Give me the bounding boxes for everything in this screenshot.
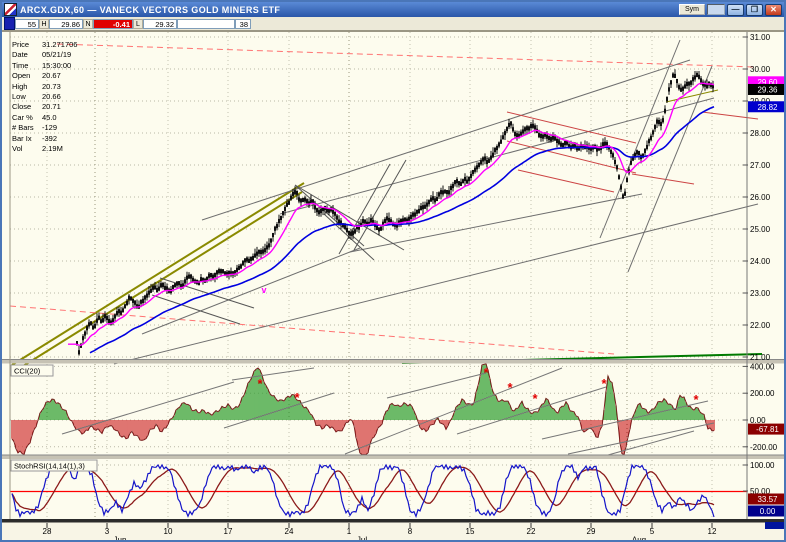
data-panel-label: Date: [12, 50, 42, 60]
data-panel-value: 20.73: [42, 82, 102, 92]
data-panel: Price31.271706Date05/21/19Time15:30:00Op…: [12, 40, 102, 154]
toolbar-button[interactable]: [707, 4, 725, 15]
price-axis-label: 26.00: [750, 193, 771, 202]
chart-region[interactable]: v*******CCI(20)StochRSI(14,14(1),3)31.00…: [2, 31, 786, 542]
price-axis-label: 24.00: [750, 257, 771, 266]
data-panel-row: Close20.71: [12, 102, 102, 112]
quote-bar: 55H29.86N-0.41L29.32 38: [2, 17, 784, 31]
time-tick-label: 17: [224, 527, 233, 536]
corner-grip: [765, 522, 786, 529]
price-axis-label: 27.00: [750, 161, 771, 170]
price-axis-label: 28.00: [750, 129, 771, 138]
data-panel-label: Bar Ix: [12, 134, 42, 144]
quote-color-swatch: [4, 17, 15, 30]
price-axis-label: 30.00: [750, 65, 771, 74]
data-panel-value: 20.67: [42, 71, 102, 81]
data-panel-label: Car %: [12, 113, 42, 123]
data-panel-row: # Bars-129: [12, 123, 102, 133]
data-panel-value: 31.271706: [42, 40, 102, 50]
close-button[interactable]: ✕: [765, 4, 782, 16]
window-title: ARCX.GDX,60 — VANECK VECTORS GOLD MINERS…: [20, 5, 677, 15]
month-label: Jun: [114, 536, 127, 542]
pivot-marker: v: [261, 285, 266, 295]
quote-field-label: N: [83, 19, 93, 29]
data-panel-label: Open: [12, 71, 42, 81]
price-axis-label: 22.00: [750, 321, 771, 330]
cci-axis-label: 200.00: [750, 389, 775, 398]
cci-axis-label: -200.00: [750, 443, 778, 452]
price-axis-label: 25.00: [750, 225, 771, 234]
chart-window: ARCX.GDX,60 — VANECK VECTORS GOLD MINERS…: [0, 0, 786, 542]
data-panel-value: -392: [42, 134, 102, 144]
data-panel-row: Bar Ix-392: [12, 134, 102, 144]
time-axis: 28 3 10 17 24 1 8 15 22 29 5 12 Jun Jul Aug: [2, 522, 786, 542]
data-panel-row: Car %45.0: [12, 113, 102, 123]
stoch-axis-label: 100.00: [750, 461, 775, 470]
price-axis-label: 31.00: [750, 33, 771, 42]
month-label: Aug: [632, 536, 646, 542]
data-panel-row: Vol2.19M: [12, 144, 102, 154]
separator-main-cci: [2, 360, 786, 364]
quote-field-value[interactable]: [177, 19, 235, 29]
time-tick-label: 29: [587, 527, 596, 536]
quote-field-value[interactable]: -0.41: [93, 19, 133, 29]
data-panel-value: 20.71: [42, 102, 102, 112]
stoch-panel-label: StochRSI(14,14(1),3): [14, 462, 85, 471]
sym-button[interactable]: Sym: [679, 4, 705, 15]
data-panel-label: High: [12, 82, 42, 92]
quote-field-label: H: [39, 19, 49, 29]
data-panel-value: 45.0: [42, 113, 102, 123]
data-panel-value: -129: [42, 123, 102, 133]
time-tick-label: 22: [527, 527, 536, 536]
time-tick-label: 12: [708, 527, 717, 536]
time-tick-label: 3: [105, 527, 110, 536]
quote-field-label: L: [133, 19, 143, 29]
data-panel-value: 05/21/19: [42, 50, 102, 60]
data-panel-label: Close: [12, 102, 42, 112]
month-label: Jul: [357, 536, 367, 542]
data-panel-label: Price: [12, 40, 42, 50]
quote-field-value[interactable]: 29.86: [49, 19, 83, 29]
time-tick-label: 15: [466, 527, 475, 536]
data-panel-row: Open20.67: [12, 71, 102, 81]
stoch-value-tag-0-text: 33.57: [757, 495, 778, 504]
data-panel-label: # Bars: [12, 123, 42, 133]
minimize-button[interactable]: —: [727, 4, 744, 16]
price-axis-label: 21.00: [750, 353, 771, 362]
data-panel-row: Low20.66: [12, 92, 102, 102]
separator-cci-stoch: [2, 455, 786, 459]
quote-field-value[interactable]: 29.32: [143, 19, 177, 29]
stoch-value-tag-1-text: 0.00: [760, 507, 776, 516]
separator-stoch-axis: [2, 519, 786, 523]
time-tick-label: 28: [43, 527, 52, 536]
data-panel-row: High20.73: [12, 82, 102, 92]
price-axis-label: 23.00: [750, 289, 771, 298]
data-panel-label: Time: [12, 61, 42, 71]
quote-field-value[interactable]: 38: [235, 19, 251, 29]
price-tag-1-text: 29.36: [757, 85, 778, 94]
time-tick-label: 8: [408, 527, 413, 536]
time-tick-label: 24: [285, 527, 294, 536]
app-icon: [4, 3, 17, 16]
data-panel-row: Time15:30:00: [12, 61, 102, 71]
chart-canvas[interactable]: v*******CCI(20)StochRSI(14,14(1),3)31.00…: [2, 31, 786, 542]
cci-axis-label: 400.00: [750, 362, 775, 371]
maximize-button[interactable]: ❐: [746, 4, 763, 16]
data-panel-value: 2.19M: [42, 144, 102, 154]
cci-panel-label: CCI(20): [14, 367, 41, 376]
data-panel-value: 20.66: [42, 92, 102, 102]
cci-value-tag-text: -67.81: [756, 425, 779, 434]
title-bar[interactable]: ARCX.GDX,60 — VANECK VECTORS GOLD MINERS…: [2, 2, 784, 17]
data-panel-row: Price31.271706: [12, 40, 102, 50]
price-tag-2-text: 28.82: [757, 103, 778, 112]
data-panel-value: 15:30:00: [42, 61, 102, 71]
quote-field-value[interactable]: 55: [15, 19, 39, 29]
data-panel-row: Date05/21/19: [12, 50, 102, 60]
data-panel-label: Vol: [12, 144, 42, 154]
time-tick-label: 10: [164, 527, 173, 536]
time-tick-label: 1: [347, 527, 352, 536]
time-tick-label: 5: [650, 527, 655, 536]
data-panel-label: Low: [12, 92, 42, 102]
